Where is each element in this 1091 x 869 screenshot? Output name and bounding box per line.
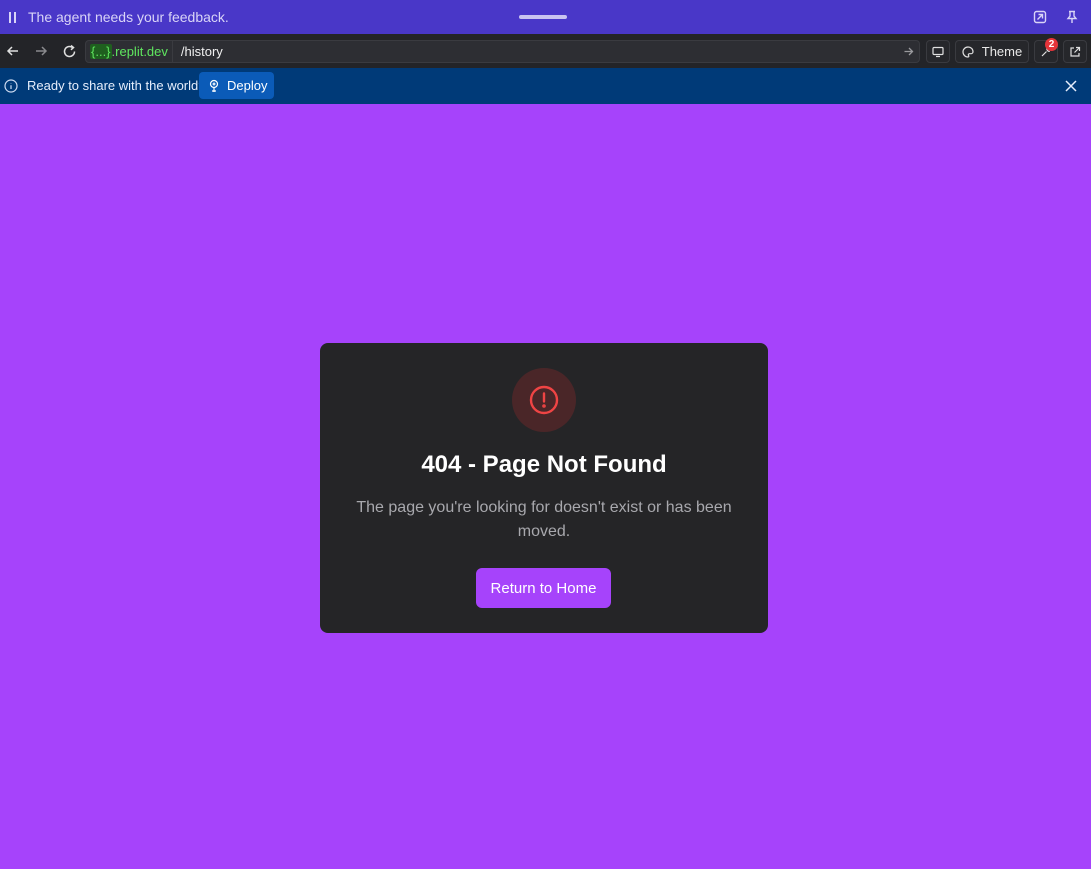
close-icon[interactable] (1064, 79, 1078, 93)
deploy-button-label: Deploy (227, 78, 268, 93)
url-path[interactable]: /history (173, 44, 897, 59)
external-link-icon (1070, 46, 1081, 57)
deploy-button[interactable]: Deploy (199, 72, 274, 99)
go-arrow-icon[interactable] (897, 41, 919, 62)
reload-icon[interactable] (59, 41, 79, 61)
undock-icon[interactable] (1030, 7, 1050, 27)
theme-button[interactable]: Theme (955, 40, 1029, 63)
url-host: {...} .replit.dev (86, 41, 173, 62)
open-new-tab-button[interactable] (1063, 40, 1087, 63)
alert-circle-icon (529, 385, 559, 415)
url-host-braces: {...} (90, 44, 112, 59)
device-preview-button[interactable] (926, 40, 950, 63)
info-icon (4, 79, 18, 93)
theme-label: Theme (981, 44, 1023, 59)
monitor-icon (932, 46, 944, 57)
forward-arrow-icon[interactable] (31, 41, 51, 61)
pin-icon[interactable] (1062, 7, 1082, 27)
agent-feedback-message: The agent needs your feedback. (28, 9, 229, 25)
url-host-domain: .replit.dev (111, 44, 168, 59)
deploy-banner: Ready to share with the world? Deploy (0, 68, 1091, 104)
pause-icon[interactable] (0, 0, 24, 34)
address-bar[interactable]: {...} .replit.dev /history (85, 40, 920, 63)
browser-toolbar: {...} .replit.dev /history Theme (0, 34, 1091, 68)
not-found-card: 404 - Page Not Found The page you're loo… (320, 343, 768, 633)
deploy-banner-text: Ready to share with the world? (27, 78, 206, 93)
back-arrow-icon[interactable] (3, 41, 23, 61)
error-message: The page you're looking for doesn't exis… (356, 499, 732, 540)
deploy-icon (209, 79, 219, 92)
notification-badge: 2 (1045, 38, 1058, 51)
agent-feedback-bar: The agent needs your feedback. (0, 0, 1091, 34)
error-icon-container (512, 368, 576, 432)
return-home-button[interactable]: Return to Home (476, 568, 611, 608)
palette-icon (962, 45, 974, 58)
drag-handle[interactable] (519, 15, 567, 19)
page-title: 404 - Page Not Found (421, 451, 667, 478)
